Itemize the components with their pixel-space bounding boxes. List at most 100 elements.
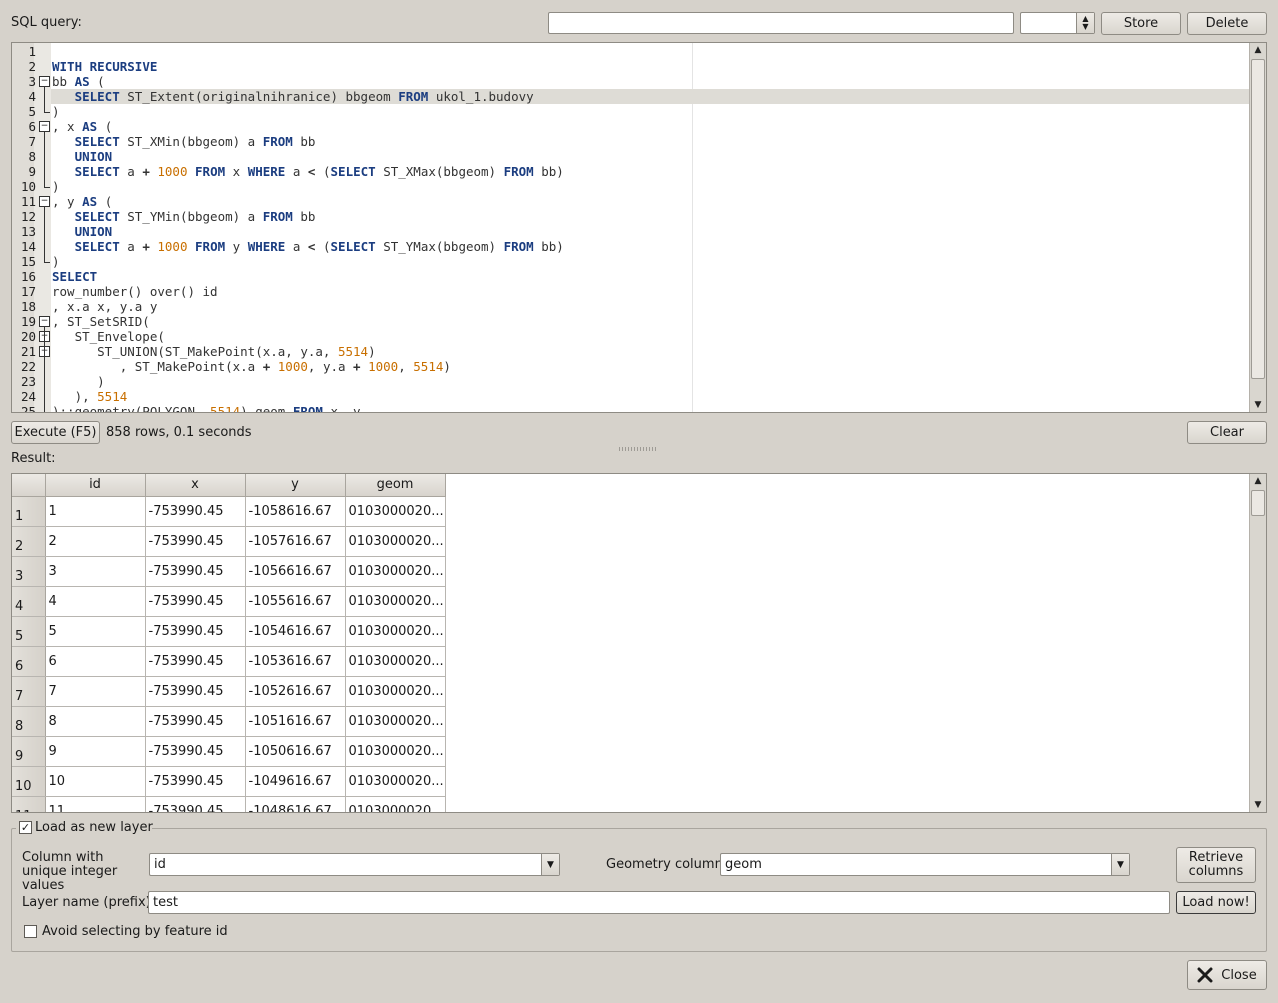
- table-cell-x[interactable]: -753990.45: [145, 736, 246, 767]
- table-cell-id[interactable]: 1: [45, 496, 146, 527]
- code-line[interactable]: UNION: [52, 224, 113, 239]
- table-cell-geom[interactable]: 0103000020...: [345, 706, 446, 737]
- editor-scroll-thumb[interactable]: [1251, 59, 1265, 379]
- row-header[interactable]: 1: [12, 496, 46, 527]
- column-header-x[interactable]: x: [145, 474, 246, 497]
- table-cell-id[interactable]: 5: [45, 616, 146, 647]
- fold-minus-icon[interactable]: −: [39, 121, 50, 132]
- table-cell-id[interactable]: 3: [45, 556, 146, 587]
- query-name-input[interactable]: [548, 12, 1014, 34]
- table-cell-geom[interactable]: 0103000020...: [345, 736, 446, 767]
- table-row[interactable]: 7 7 -753990.45 -1052616.67 0103000020...: [12, 676, 446, 707]
- table-cell-x[interactable]: -753990.45: [145, 526, 246, 557]
- clear-button[interactable]: Clear: [1187, 421, 1267, 444]
- table-row[interactable]: 5 5 -753990.45 -1054616.67 0103000020...: [12, 616, 446, 647]
- table-cell-x[interactable]: -753990.45: [145, 766, 246, 797]
- table-cell-geom[interactable]: 0103000020...: [345, 676, 446, 707]
- table-row[interactable]: 3 3 -753990.45 -1056616.67 0103000020...: [12, 556, 446, 587]
- row-header[interactable]: 10: [12, 766, 46, 797]
- close-button[interactable]: Close: [1187, 960, 1267, 990]
- code-line[interactable]: , y AS (: [52, 194, 112, 209]
- code-line[interactable]: UNION: [52, 149, 113, 164]
- table-cell-x[interactable]: -753990.45: [145, 586, 246, 617]
- table-cell-y[interactable]: -1056616.67: [245, 556, 346, 587]
- code-line[interactable]: ): [52, 179, 60, 194]
- execute-button[interactable]: Execute (F5): [11, 421, 100, 444]
- table-cell-y[interactable]: -1058616.67: [245, 496, 346, 527]
- fold-minus-icon[interactable]: −: [39, 316, 50, 327]
- fold-minus-icon[interactable]: −: [39, 76, 50, 87]
- table-cell-y[interactable]: -1053616.67: [245, 646, 346, 677]
- code-line[interactable]: ): [52, 254, 60, 269]
- result-table[interactable]: id x y geom 1 1 -753990.45 -1058616.67 01030…: [11, 473, 1267, 813]
- code-line[interactable]: SELECT a + 1000 FROM y WHERE a < (SELECT…: [52, 239, 564, 254]
- table-cell-id[interactable]: 9: [45, 736, 146, 767]
- row-header[interactable]: 3: [12, 556, 46, 587]
- table-row[interactable]: 8 8 -753990.45 -1051616.67 0103000020...: [12, 706, 446, 737]
- row-header[interactable]: 2: [12, 526, 46, 557]
- code-line[interactable]: ), 5514: [52, 389, 128, 404]
- table-cell-id[interactable]: 8: [45, 706, 146, 737]
- saved-query-spinbox[interactable]: ▲ ▼: [1020, 12, 1095, 34]
- table-cell-id[interactable]: 2: [45, 526, 146, 557]
- load-now-button[interactable]: Load now!: [1176, 891, 1256, 914]
- table-cell-id[interactable]: 11: [45, 796, 146, 812]
- table-cell-geom[interactable]: 0103000020...: [345, 496, 446, 527]
- row-header[interactable]: 6: [12, 646, 46, 677]
- code-line[interactable]: SELECT ST_Extent(originalnihranice) bbge…: [52, 89, 534, 104]
- table-cell-x[interactable]: -753990.45: [145, 556, 246, 587]
- row-header[interactable]: 8: [12, 706, 46, 737]
- table-cell-x[interactable]: -753990.45: [145, 646, 246, 677]
- row-header[interactable]: 5: [12, 616, 46, 647]
- code-line[interactable]: SELECT a + 1000 FROM x WHERE a < (SELECT…: [52, 164, 564, 179]
- table-row[interactable]: 10 10 -753990.45 -1049616.67 0103000020...: [12, 766, 446, 797]
- table-cell-id[interactable]: 6: [45, 646, 146, 677]
- row-header[interactable]: 4: [12, 586, 46, 617]
- table-row[interactable]: 9 9 -753990.45 -1050616.67 0103000020...: [12, 736, 446, 767]
- unique-column-combo[interactable]: id ▼: [149, 853, 560, 876]
- store-button[interactable]: Store: [1101, 12, 1181, 35]
- code-line[interactable]: ): [52, 104, 60, 119]
- table-cell-x[interactable]: -753990.45: [145, 706, 246, 737]
- table-row[interactable]: 6 6 -753990.45 -1053616.67 0103000020...: [12, 646, 446, 677]
- table-cell-geom[interactable]: 0103000020...: [345, 556, 446, 587]
- table-row[interactable]: 2 2 -753990.45 -1057616.67 0103000020...: [12, 526, 446, 557]
- code-line[interactable]: ST_UNION(ST_MakePoint(x.a, y.a, 5514): [52, 344, 375, 359]
- table-cell-y[interactable]: -1054616.67: [245, 616, 346, 647]
- load-as-layer-checkbox[interactable]: ✓: [19, 821, 32, 834]
- code-line[interactable]: , x.a x, y.a y: [52, 299, 157, 314]
- retrieve-columns-button[interactable]: Retrieve columns: [1176, 847, 1256, 883]
- table-cell-geom[interactable]: 0103000020...: [345, 616, 446, 647]
- table-cell-id[interactable]: 10: [45, 766, 146, 797]
- table-cell-y[interactable]: -1049616.67: [245, 766, 346, 797]
- result-scrollbar[interactable]: ▲ ▼: [1249, 474, 1266, 812]
- scroll-up-icon[interactable]: ▲: [1250, 43, 1266, 57]
- code-line[interactable]: , ST_SetSRID(: [52, 314, 150, 329]
- code-line[interactable]: , ST_MakePoint(x.a + 1000, y.a + 1000, 5…: [52, 359, 451, 374]
- code-line[interactable]: SELECT ST_XMin(bbgeom) a FROM bb: [52, 134, 316, 149]
- table-cell-geom[interactable]: 0103000020...: [345, 526, 446, 557]
- column-header-y[interactable]: y: [245, 474, 346, 497]
- table-row[interactable]: 4 4 -753990.45 -1055616.67 0103000020...: [12, 586, 446, 617]
- code-line[interactable]: WITH RECURSIVE: [52, 59, 157, 74]
- table-cell-geom[interactable]: 0103000020...: [345, 766, 446, 797]
- column-header-id[interactable]: id: [45, 474, 146, 497]
- code-line[interactable]: , x AS (: [52, 119, 112, 134]
- row-header[interactable]: 9: [12, 736, 46, 767]
- chevron-down-icon[interactable]: ▼: [1111, 854, 1129, 875]
- table-cell-y[interactable]: -1050616.67: [245, 736, 346, 767]
- table-cell-x[interactable]: -753990.45: [145, 616, 246, 647]
- table-cell-geom[interactable]: 0103000020...: [345, 586, 446, 617]
- table-cell-id[interactable]: 4: [45, 586, 146, 617]
- column-header-geom[interactable]: geom: [345, 474, 446, 497]
- table-row[interactable]: 1111-753990.45-1048616.670103000020...: [12, 796, 446, 812]
- code-line[interactable]: )::geometry(POLYGON, 5514) geom FROM x, …: [52, 404, 361, 412]
- table-cell-y[interactable]: -1057616.67: [245, 526, 346, 557]
- result-scroll-down-icon[interactable]: ▼: [1250, 798, 1266, 812]
- code-line[interactable]: ): [52, 374, 105, 389]
- code-line[interactable]: ST_Envelope(: [52, 329, 165, 344]
- delete-button[interactable]: Delete: [1187, 12, 1267, 35]
- code-line[interactable]: row_number() over() id: [52, 284, 218, 299]
- scroll-down-icon[interactable]: ▼: [1250, 398, 1266, 412]
- table-cell-y[interactable]: -1048616.67: [245, 796, 346, 812]
